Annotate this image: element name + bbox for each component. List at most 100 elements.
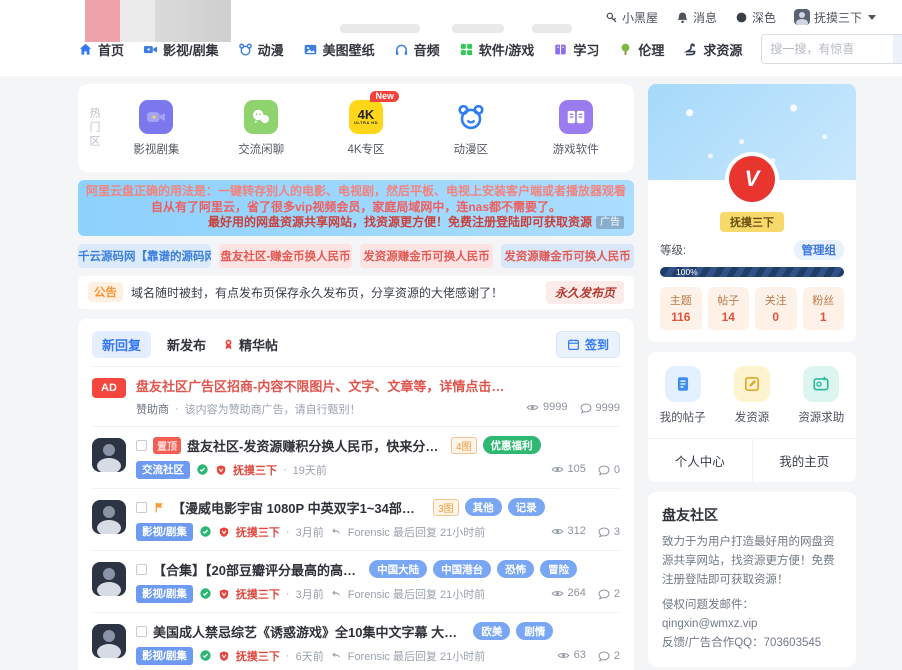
video-icon [143, 42, 158, 57]
row-avatar[interactable] [92, 438, 126, 472]
user-menu[interactable]: 抚摸三下 [794, 9, 876, 26]
thread-row[interactable]: 【漫威电影宇宙 1080P 中英双字1~34部合集】 3图 其他记录 影视/剧集… [92, 488, 620, 550]
row-avatar[interactable] [92, 562, 126, 596]
topic-tag[interactable]: 剧情 [516, 622, 553, 640]
tab-new-posts[interactable]: 新发布 [167, 335, 206, 354]
forum-badge[interactable]: 影视/剧集 [136, 585, 193, 603]
nav-request[interactable]: 求资源 [683, 40, 742, 59]
nav-anime[interactable]: 动漫 [238, 40, 284, 59]
forum-badge[interactable]: 交流社区 [136, 461, 190, 479]
darkroom-link[interactable]: 小黑屋 [605, 9, 658, 26]
last-reply[interactable]: Forensic 最后回复 21小时前 [348, 586, 486, 602]
image-count-badge: 4图 [451, 437, 477, 454]
topic-tag[interactable]: 其他 [465, 498, 502, 516]
friend-link[interactable]: 千云源码网【靠谱的源码网】 [78, 244, 211, 268]
profile-avatar[interactable]: V [725, 152, 779, 206]
my-posts-button[interactable]: 我的帖子 [648, 366, 717, 425]
user-group-badge[interactable]: 管理组 [794, 240, 845, 260]
stat-followers[interactable]: 粉丝1 [803, 287, 845, 330]
verified-icon [199, 649, 212, 662]
request-icon [803, 366, 839, 402]
my-homepage-link[interactable]: 我的主页 [753, 439, 857, 482]
row-checkbox[interactable] [136, 564, 147, 575]
promo-banner[interactable]: 阿里云盘正确的用法是：一键转存别人的电影、电视剧，然后平板、电视上安装客户端或者… [78, 180, 634, 236]
username-label: 抚摸三下 [814, 9, 862, 26]
thread-title[interactable]: 盘友社区广告区招商-内容不限图片、文字、文章等，详情点击插件，投放请联系QQ：7… [136, 376, 516, 395]
nav-home[interactable]: 首页 [78, 40, 124, 59]
forum-badge[interactable]: 影视/剧集 [136, 647, 193, 665]
stat-following[interactable]: 关注0 [755, 287, 797, 330]
views-count: 9999 [526, 401, 567, 414]
topic-tag[interactable]: 中国大陆 [369, 560, 427, 578]
last-reply[interactable]: Forensic 最后回复 21小时前 [348, 524, 486, 540]
post-resource-button[interactable]: 发资源 [717, 366, 786, 425]
row-checkbox[interactable] [136, 502, 147, 513]
thread-row[interactable]: 美国成人禁忌综艺《诱惑游戏》全10集中文字幕 大尺毁三观 欧美剧情 影视/剧集 … [92, 612, 620, 670]
author-name[interactable]: 抚摸三下 [236, 586, 280, 602]
search-input[interactable] [761, 34, 893, 64]
personal-center-link[interactable]: 个人中心 [648, 439, 753, 482]
stat-topics[interactable]: 主题116 [660, 287, 702, 330]
thread-row-ad[interactable]: AD 盘友社区广告区招商-内容不限图片、文字、文章等，详情点击插件，投放请联系Q… [92, 366, 620, 426]
post-time: 3月前 [296, 586, 324, 602]
friend-link[interactable]: 盘友社区-赚金币换人民币 [219, 244, 352, 268]
tab-new-replies[interactable]: 新回复 [92, 331, 151, 358]
thread-row[interactable]: 【合集】【20部豆瓣评分最高的高分恐怖片】 中国大陆中国港台恐怖冒险 影视/剧集… [92, 550, 620, 612]
topic-tag[interactable]: 记录 [508, 498, 545, 516]
file-icon [665, 366, 701, 402]
comments-count: 0 [598, 464, 620, 476]
comment-icon [598, 588, 610, 600]
nav-software[interactable]: 软件/游戏 [459, 40, 535, 59]
row-avatar[interactable] [92, 624, 126, 658]
profile-name-badge[interactable]: 抚摸三下 [720, 212, 784, 232]
vip-shield-icon [218, 588, 230, 600]
nav-wallpaper[interactable]: 美图壁纸 [303, 40, 375, 59]
thread-row[interactable]: 置顶 盘友社区-发资源赚积分换人民币，快来分享你的资源吧 4图 优惠福利 交流社… [92, 426, 620, 488]
announcement-badge: 公告 [88, 282, 123, 302]
thread-title[interactable]: 【合集】【20部豆瓣评分最高的高分恐怖片】 [153, 560, 363, 579]
promo-tag[interactable]: 优惠福利 [483, 436, 541, 454]
hot-card-anime[interactable]: 动漫区 [418, 100, 523, 157]
hot-card-movies[interactable]: 影视剧集 [104, 100, 209, 157]
author-name[interactable]: 抚摸三下 [236, 524, 280, 540]
4k-icon: 4K ULTRA HD New [349, 100, 383, 134]
nav-ethics[interactable]: 伦理 [618, 40, 664, 59]
hot-card-games[interactable]: 游戏软件 [523, 100, 628, 157]
topic-tag[interactable]: 恐怖 [497, 560, 534, 578]
resource-request-button[interactable]: 资源求助 [787, 366, 856, 425]
thread-title[interactable]: 【漫威电影宇宙 1080P 中英双字1~34部合集】 [172, 498, 427, 517]
search-button[interactable] [893, 34, 902, 64]
stat-posts[interactable]: 帖子14 [708, 287, 750, 330]
last-reply[interactable]: Forensic 最后回复 21小时前 [348, 648, 486, 664]
tab-featured[interactable]: 精华帖 [222, 335, 278, 354]
hot-card-chat[interactable]: 交流闲聊 [209, 100, 314, 157]
nav-audio[interactable]: 音频 [394, 40, 440, 59]
nav-movies[interactable]: 影视/剧集 [143, 40, 219, 59]
banner-line-2: 自从有了阿里云，省了很多vip视频会员，家庭局域网中，连nas都不需要了。 [86, 200, 626, 216]
topic-tag[interactable]: 欧美 [473, 622, 510, 640]
main-column: 热门区 影视剧集 交流闲聊 4K ULTRA HD New 4K专区 [78, 84, 634, 670]
comment-icon [598, 650, 610, 662]
row-checkbox[interactable] [136, 440, 147, 451]
author-name[interactable]: 抚摸三下 [236, 648, 280, 664]
signin-button[interactable]: 签到 [556, 331, 620, 358]
cards-icon [559, 100, 593, 134]
hot-card-4k[interactable]: 4K ULTRA HD New 4K专区 [314, 100, 419, 157]
author-name[interactable]: 抚摸三下 [233, 462, 277, 478]
logo-placeholder-pink [85, 0, 120, 42]
key-icon [605, 11, 618, 24]
level-progress-bar: 100% [660, 267, 844, 277]
row-avatar[interactable] [92, 500, 126, 534]
thread-title[interactable]: 盘友社区-发资源赚积分换人民币，快来分享你的资源吧 [187, 436, 445, 455]
thread-title[interactable]: 美国成人禁忌综艺《诱惑游戏》全10集中文字幕 大尺毁三观 [153, 622, 467, 641]
friend-link[interactable]: 发资源赚金币可换人民币 [501, 244, 634, 268]
vip-shield-icon [218, 526, 230, 538]
messages-link[interactable]: 消息 [676, 9, 717, 26]
friend-link[interactable]: 发资源赚金币可换人民币 [360, 244, 493, 268]
forum-badge[interactable]: 影视/剧集 [136, 523, 193, 541]
row-checkbox[interactable] [136, 626, 147, 637]
topic-tag[interactable]: 中国港台 [433, 560, 491, 578]
dark-mode-toggle[interactable]: 深色 [735, 9, 776, 26]
permanent-page-link[interactable]: 永久发布页 [546, 281, 624, 304]
nav-study[interactable]: 学习 [553, 40, 599, 59]
